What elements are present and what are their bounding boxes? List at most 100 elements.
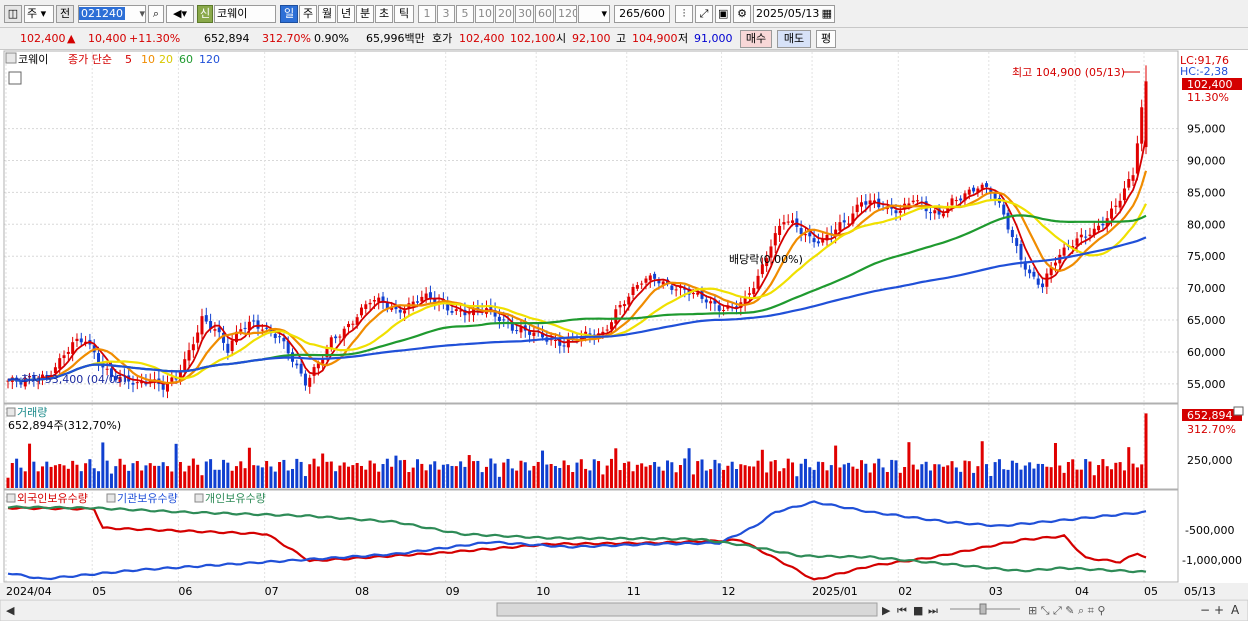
volume-bar — [1118, 462, 1122, 488]
holdings-legend-foreign: 외국인보유수량 — [17, 492, 88, 505]
volume-bar — [838, 467, 842, 488]
volume-bar — [566, 465, 570, 488]
volume-bar — [252, 465, 256, 488]
candle-body — [911, 200, 915, 203]
play-icon[interactable]: ▶ — [882, 604, 891, 617]
volume-bar — [687, 448, 691, 488]
volume-bar — [273, 471, 277, 488]
period-tab-second[interactable]: 초 — [375, 5, 393, 23]
crosshair-icon[interactable]: ⊞ ⤡ ⤢ ✎ ⌕ ⌗ ⚲ — [1028, 604, 1105, 617]
zoom-in-icon[interactable]: + — [1214, 603, 1224, 617]
x-tick-label: 04 — [1075, 585, 1089, 598]
volume-bar — [84, 463, 88, 488]
candle-body — [691, 292, 695, 295]
volume-bar — [515, 470, 519, 488]
candle-body — [515, 330, 519, 332]
candle-body — [502, 319, 506, 321]
volume-bar — [1131, 463, 1135, 488]
stop-icon[interactable]: ■ — [913, 604, 923, 617]
draw-tool-icon[interactable]: ⤢ — [695, 5, 713, 23]
volume-bar — [398, 460, 402, 488]
minute-option[interactable]: 10 — [475, 5, 494, 23]
chevron-down-icon[interactable]: ▾ — [139, 6, 145, 22]
volume-bar — [428, 464, 432, 488]
minute-option[interactable]: 120 — [555, 5, 577, 23]
buy-button[interactable]: 매수 — [740, 30, 772, 48]
zoom-slider-handle[interactable] — [979, 603, 987, 615]
legend-box-icon — [194, 493, 204, 503]
period-tab-month[interactable]: 월 — [318, 5, 336, 23]
credit-badge[interactable]: 신 — [197, 5, 213, 23]
volume-bar — [536, 461, 540, 488]
avg-button[interactable]: 평 — [816, 30, 836, 48]
bid-label: 호가 — [432, 32, 453, 45]
stock-name-field[interactable]: 코웨이 — [214, 5, 276, 23]
last-icon[interactable]: ⏭ — [928, 604, 938, 617]
minute-option[interactable]: 60 — [535, 5, 554, 23]
volume-bar — [553, 466, 557, 488]
stock-chart[interactable]: 코웨이 종가 단순 5 10 20 60 120 최고 104,900 (05/… — [0, 50, 1248, 621]
quote-bar: 102,400 ▲ 10,400 +11.30% 652,894 312.70%… — [0, 28, 1248, 50]
market-select[interactable]: 주 ▾ — [24, 5, 54, 23]
minute-option[interactable]: 20 — [495, 5, 514, 23]
period-tab-week[interactable]: 주 — [299, 5, 317, 23]
candle-body — [1114, 205, 1118, 207]
first-icon[interactable]: ⏮ — [897, 604, 907, 617]
minute-option[interactable]: 30 — [515, 5, 534, 23]
minute-option[interactable]: 3 — [437, 5, 455, 23]
candle-body — [278, 336, 282, 338]
volume-bar — [10, 463, 14, 488]
volume-value: 652,894 — [204, 32, 250, 45]
settings-icon[interactable]: ⚙ — [733, 5, 751, 23]
volume-bar — [1019, 469, 1023, 488]
candle-body — [1010, 229, 1014, 238]
candle-body — [252, 320, 256, 322]
volume-bar — [411, 467, 415, 488]
volume-bar — [920, 464, 924, 488]
scroll-left-icon[interactable]: ◀ — [6, 604, 15, 617]
speaker-icon[interactable]: ◀▾ — [166, 5, 194, 23]
volume-bar — [308, 464, 312, 488]
interval-select[interactable]: ▾ — [578, 5, 610, 23]
period-tab-tick[interactable]: 틱 — [394, 5, 414, 23]
code-input[interactable]: 021240 ▾ — [78, 5, 146, 23]
table-toggle-icon[interactable] — [8, 71, 22, 85]
volume-bar — [786, 458, 790, 488]
sell-button[interactable]: 매도 — [777, 30, 811, 48]
font-size-icon[interactable]: A — [1231, 603, 1240, 617]
candle-body — [191, 344, 195, 351]
volume-bar — [209, 459, 213, 488]
period-tab-day[interactable]: 일 — [280, 5, 298, 23]
volume-bar — [558, 467, 562, 488]
candle-body — [1045, 273, 1049, 287]
count-field[interactable]: 265/600 — [614, 5, 670, 23]
candle-body — [709, 301, 713, 304]
candle-body — [855, 204, 859, 213]
period-tab-year[interactable]: 년 — [337, 5, 355, 23]
scrollbar-thumb[interactable] — [496, 602, 878, 617]
holdings-tick: -1,000,000 — [1182, 554, 1242, 567]
volume-bar — [88, 459, 92, 488]
volume-bar — [40, 466, 44, 488]
search-icon[interactable]: ⌕ — [148, 5, 164, 23]
minute-option[interactable]: 1 — [418, 5, 436, 23]
candle-body — [308, 377, 312, 387]
volume-bar — [424, 470, 428, 488]
volume-bar — [808, 467, 812, 488]
volume-bar — [377, 471, 381, 488]
candle-type-icon[interactable]: ⫶ — [675, 5, 693, 23]
candle-body — [334, 336, 338, 339]
prev-button[interactable]: 전 — [56, 5, 74, 23]
zoom-out-icon[interactable]: − — [1200, 603, 1210, 617]
save-icon[interactable]: ▣ — [715, 5, 731, 23]
close-icon[interactable] — [1233, 406, 1244, 416]
calendar-icon[interactable]: ▦ — [822, 6, 832, 22]
period-tab-minute[interactable]: 분 — [356, 5, 374, 23]
window-menu-icon[interactable]: ◫ — [4, 5, 22, 23]
volume-bar — [877, 458, 881, 488]
volume-bar — [239, 461, 243, 488]
date-field[interactable]: 2025/05/13 ▦ — [753, 5, 835, 23]
candle-body — [450, 311, 454, 313]
count-max: /600 — [640, 7, 665, 20]
minute-option[interactable]: 5 — [456, 5, 474, 23]
